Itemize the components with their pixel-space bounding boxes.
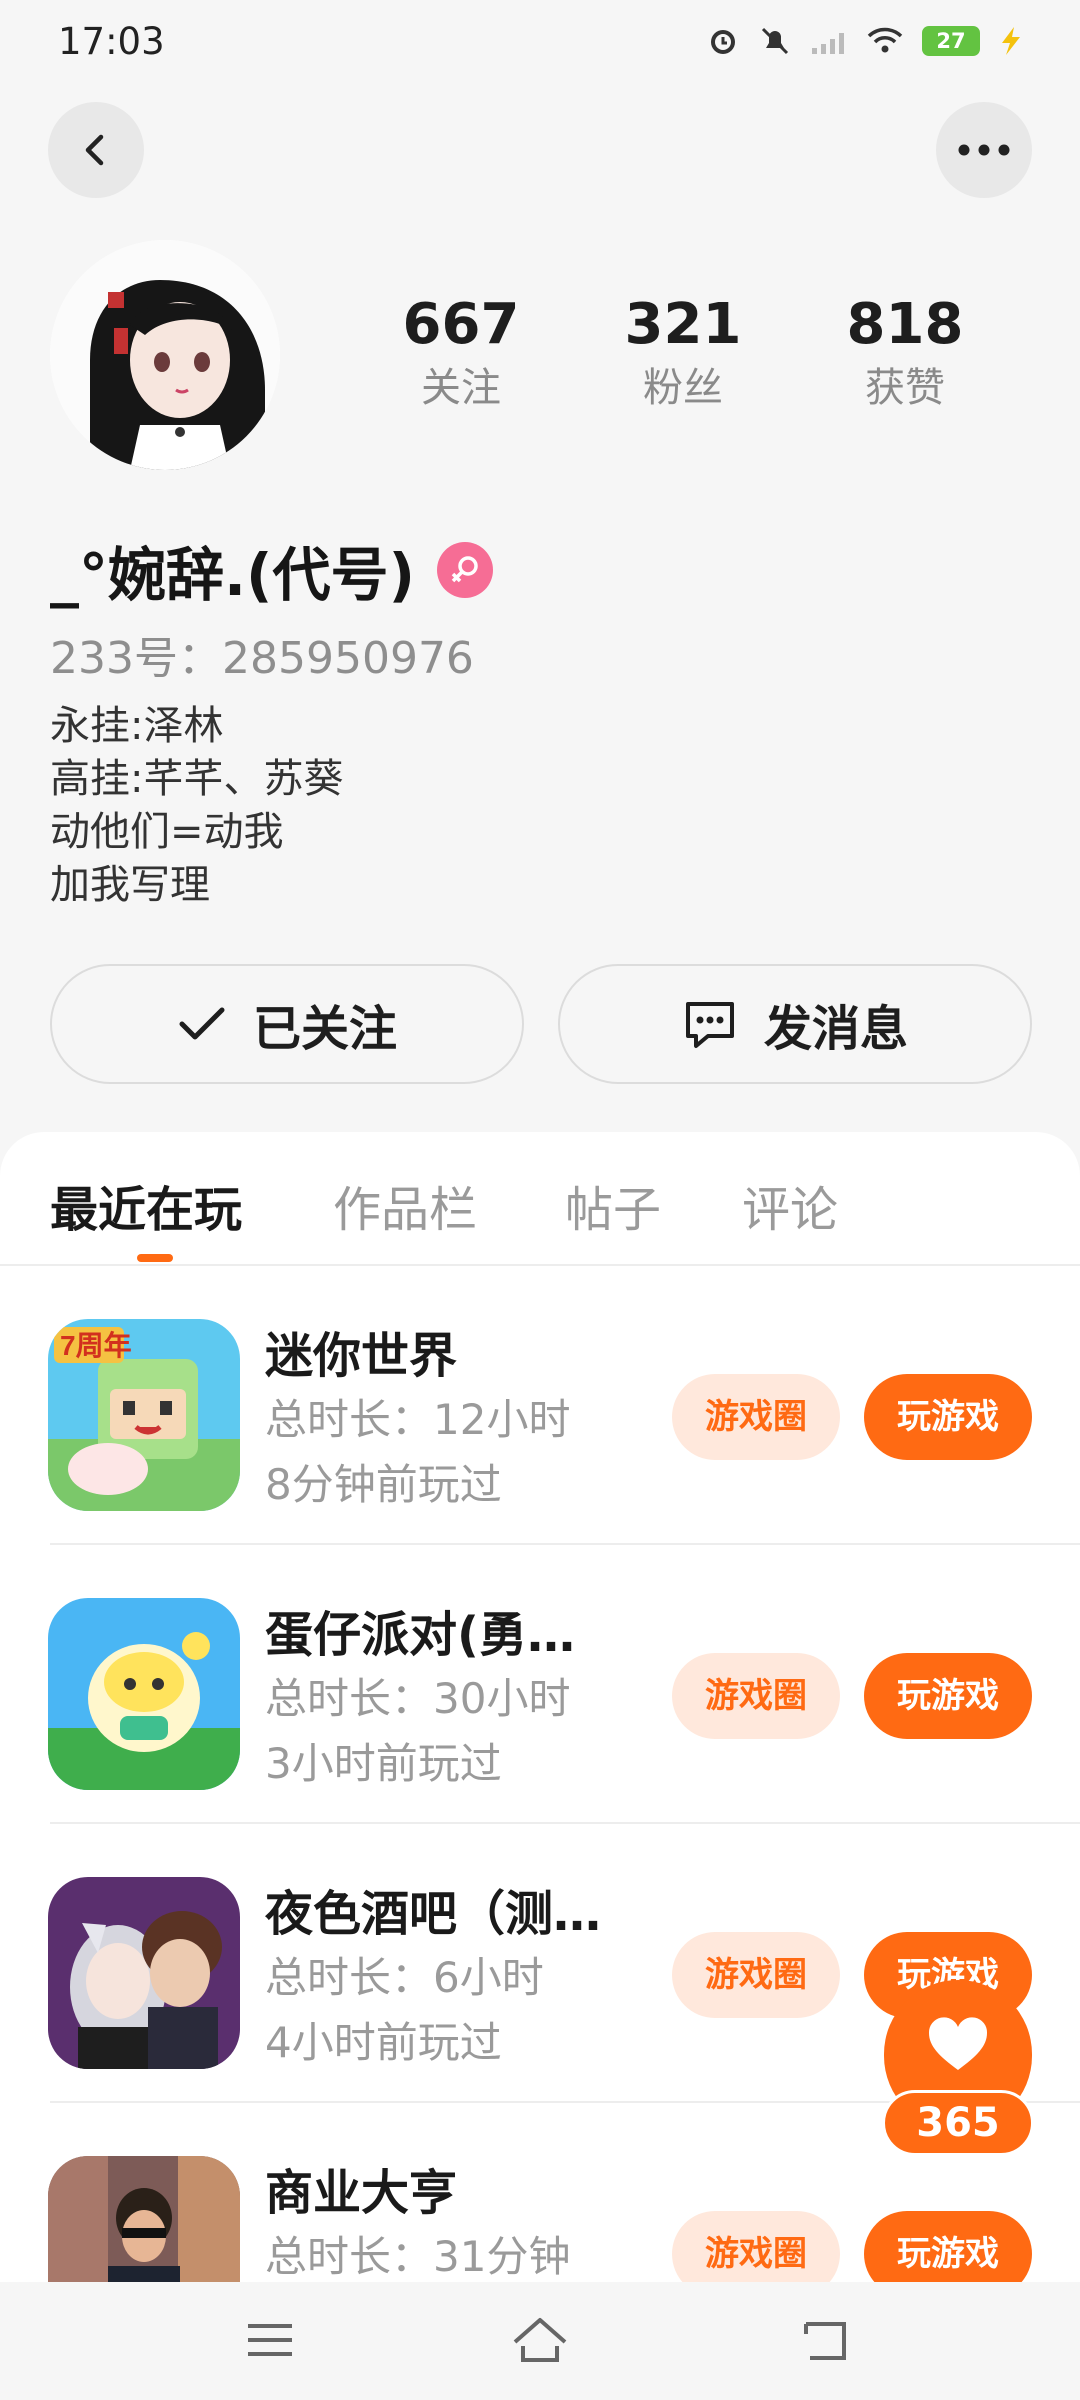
game-total-time: 总时长：30小时 [265, 1674, 571, 1723]
game-icon-mini-world: 7周年 [48, 1319, 240, 1511]
status-time: 17:03 [58, 20, 165, 63]
alarm-icon [711, 30, 735, 54]
bio-line: 动他们=动我 [50, 809, 284, 855]
like-count: 365 [882, 2090, 1034, 2156]
tab-posts[interactable]: 帖子 [565, 1170, 661, 1240]
charging-icon [1002, 27, 1020, 55]
game-circle-button[interactable]: 游戏圈 [672, 1932, 840, 2018]
home-nav-button[interactable] [505, 2310, 575, 2370]
game-icon-business-tycoon [48, 2156, 240, 2282]
bio-line: 高挂:芊芊、苏葵 [50, 756, 344, 802]
back-button[interactable] [48, 102, 144, 198]
game-name: 夜色酒吧（测… [265, 1886, 602, 1942]
game-circle-button[interactable]: 游戏圈 [672, 1374, 840, 1460]
more-dots-icon [958, 144, 1010, 156]
svg-text:7周年: 7周年 [60, 1329, 132, 1361]
send-message-label: 发消息 [763, 1001, 908, 1057]
user-name: _°婉辞.(代号) [50, 541, 416, 609]
heart-icon [928, 2017, 988, 2070]
game-total-time: 总时长：31分钟 [265, 2232, 571, 2281]
chevron-left-icon [85, 134, 104, 166]
stat-value: 667 [402, 292, 520, 357]
play-game-button[interactable]: 玩游戏 [864, 1653, 1032, 1739]
tab-indicator [137, 1254, 173, 1262]
more-button[interactable] [936, 102, 1032, 198]
game-last-played: 4小时前玩过 [265, 2018, 502, 2067]
stat-label: 关注 [421, 365, 501, 411]
wifi-icon [867, 27, 903, 53]
send-message-button[interactable]: 发消息 [558, 964, 1032, 1084]
stat-following[interactable]: 667 关注 [350, 290, 572, 416]
game-last-played: 3小时前玩过 [265, 1739, 502, 1788]
female-icon [437, 542, 494, 598]
game-icon-night-bar [48, 1877, 240, 2069]
mute-icon [761, 27, 789, 55]
back-nav-button[interactable] [790, 2310, 860, 2370]
game-circle-button[interactable]: 游戏圈 [672, 1653, 840, 1739]
game-circle-button[interactable]: 游戏圈 [672, 2211, 840, 2282]
stat-likes[interactable]: 818 获赞 [794, 290, 1016, 416]
user-id: 233号：285950976 [50, 633, 474, 684]
home-icon [513, 2318, 567, 2362]
tab-works[interactable]: 作品栏 [333, 1170, 477, 1240]
bio-line: 永挂:泽林 [50, 703, 224, 749]
tab-comments[interactable]: 评论 [742, 1170, 838, 1240]
game-total-time: 总时长：6小时 [265, 1953, 544, 2002]
stat-label: 粉丝 [643, 365, 723, 411]
chat-bubble-icon [685, 1002, 734, 1048]
game-row[interactable]: 7周年 迷你世界 总时长：12小时 8分钟前玩过 游戏圈 玩游戏 [0, 1266, 1080, 1545]
stat-value: 818 [846, 292, 964, 357]
profile-stats: 667 关注 321 粉丝 818 获赞 [350, 290, 1016, 416]
tab-recently-played[interactable]: 最近在玩 [50, 1170, 242, 1240]
play-game-button[interactable]: 玩游戏 [864, 1374, 1032, 1460]
game-total-time: 总时长：12小时 [265, 1395, 571, 1444]
stat-value: 321 [624, 292, 742, 357]
menu-nav-button[interactable] [235, 2310, 305, 2370]
bio-line: 加我写理 [50, 862, 210, 908]
play-game-button[interactable]: 玩游戏 [864, 2211, 1032, 2282]
stat-followers[interactable]: 321 粉丝 [572, 290, 794, 416]
bio: 永挂:泽林 高挂:芊芊、苏葵 动他们=动我 加我写理 [50, 700, 343, 912]
followed-label: 已关注 [252, 1001, 397, 1057]
tab-bar: 最近在玩 作品栏 帖子 评论 [0, 1132, 1080, 1266]
system-nav-bar [0, 2282, 1080, 2400]
menu-icon [248, 2324, 292, 2356]
signal-icon [812, 33, 844, 54]
avatar[interactable] [50, 240, 280, 470]
game-last-played: 8分钟前玩过 [265, 1460, 502, 1509]
game-icon-eggy-party [48, 1598, 240, 1790]
game-name: 迷你世界 [265, 1328, 458, 1384]
game-name: 商业大亨 [265, 2165, 458, 2221]
followed-button[interactable]: 已关注 [50, 964, 524, 1084]
game-row[interactable]: 蛋仔派对(勇… 总时长：30小时 3小时前玩过 游戏圈 玩游戏 [0, 1545, 1080, 1824]
check-icon [179, 1007, 225, 1040]
game-name: 蛋仔派对(勇… [265, 1607, 575, 1663]
battery-icon: 27 [922, 26, 980, 56]
stat-label: 获赞 [865, 365, 945, 411]
status-bar: 17:03 27 [0, 0, 1080, 84]
return-icon [804, 2322, 846, 2360]
